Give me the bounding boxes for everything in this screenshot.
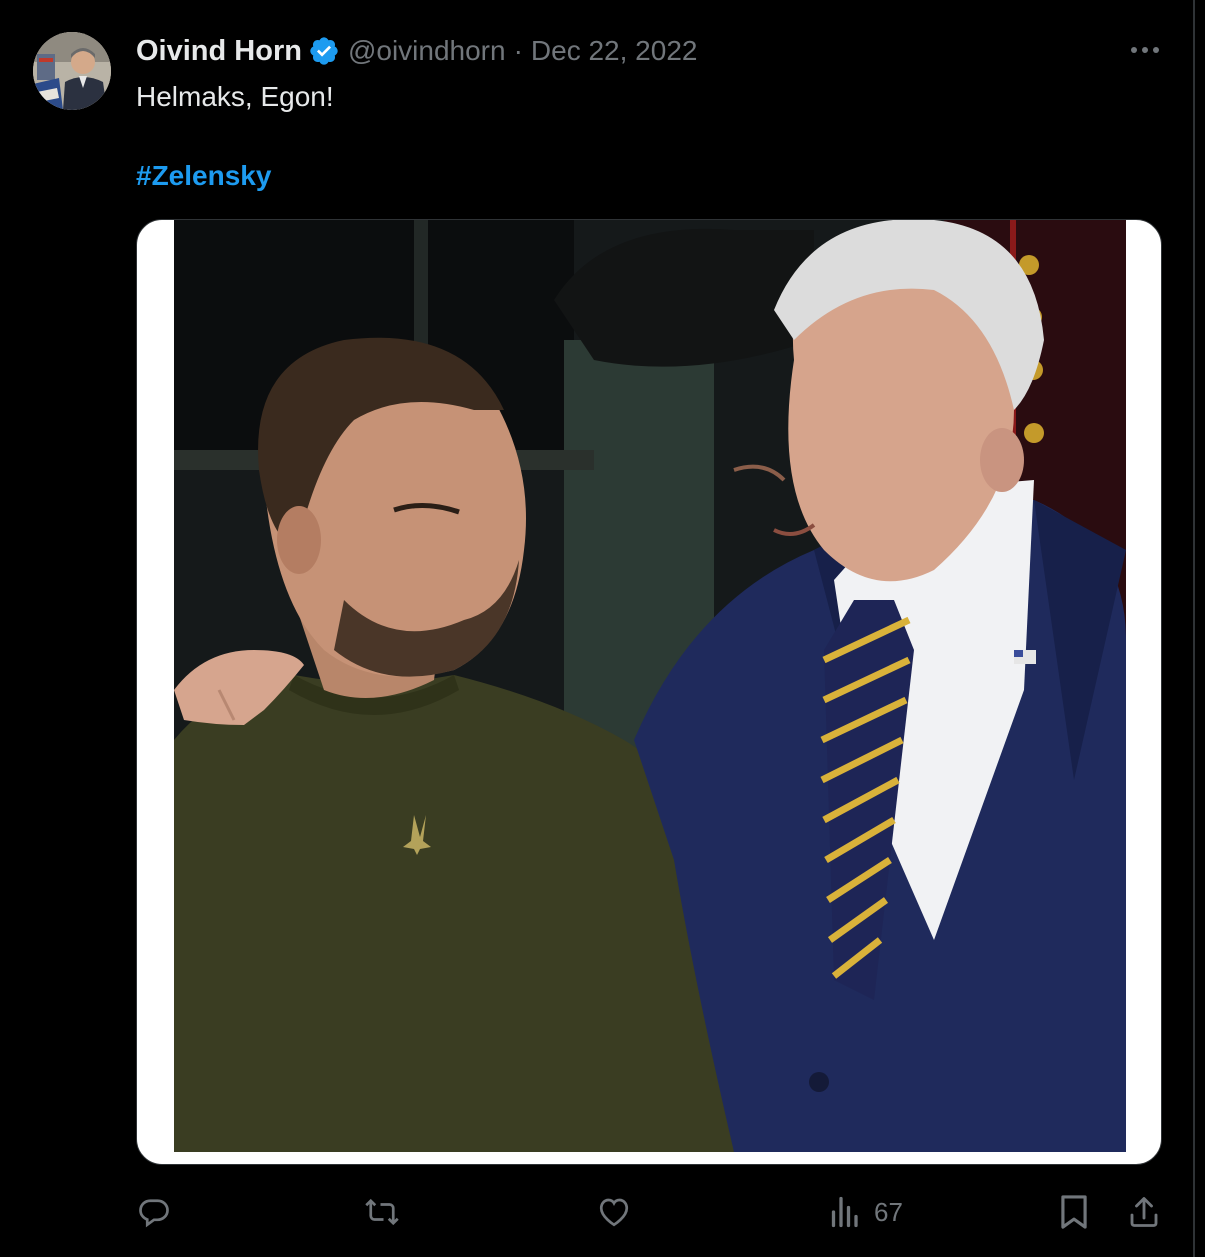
tweet-media[interactable] bbox=[136, 219, 1162, 1165]
verified-badge-icon bbox=[308, 35, 340, 67]
bar-chart-icon bbox=[828, 1194, 860, 1230]
author-name[interactable]: Oivind Horn bbox=[136, 35, 302, 68]
tweet-header: Oivind Horn @oivindhorn · Dec 22, 2022 bbox=[136, 33, 697, 69]
hashtag-link[interactable]: #Zelensky bbox=[136, 159, 271, 193]
heart-icon bbox=[596, 1194, 632, 1230]
tweet-text: Helmaks, Egon! bbox=[136, 81, 334, 112]
retweet-icon bbox=[363, 1194, 401, 1230]
bookmark-icon bbox=[1058, 1193, 1090, 1231]
tweet-date[interactable]: Dec 22, 2022 bbox=[531, 35, 698, 67]
views-count: 67 bbox=[874, 1196, 903, 1227]
upload-icon bbox=[1126, 1194, 1162, 1230]
views-button[interactable]: 67 bbox=[828, 1190, 903, 1234]
like-button[interactable] bbox=[596, 1190, 632, 1234]
avatar[interactable] bbox=[33, 32, 111, 110]
speech-bubble-icon bbox=[136, 1194, 172, 1230]
more-options-icon[interactable] bbox=[1128, 38, 1162, 62]
photo[interactable] bbox=[174, 220, 1126, 1152]
author-handle[interactable]: @oivindhorn bbox=[348, 35, 506, 67]
tweet-card[interactable]: Oivind Horn @oivindhorn · Dec 22, 2022 H… bbox=[0, 0, 1195, 1257]
separator-dot: · bbox=[513, 35, 523, 66]
share-button[interactable] bbox=[1126, 1190, 1162, 1234]
action-bar: 67 bbox=[0, 1190, 1195, 1234]
reply-button[interactable] bbox=[136, 1190, 172, 1234]
bookmark-button[interactable] bbox=[1058, 1190, 1090, 1234]
retweet-button[interactable] bbox=[363, 1190, 401, 1234]
